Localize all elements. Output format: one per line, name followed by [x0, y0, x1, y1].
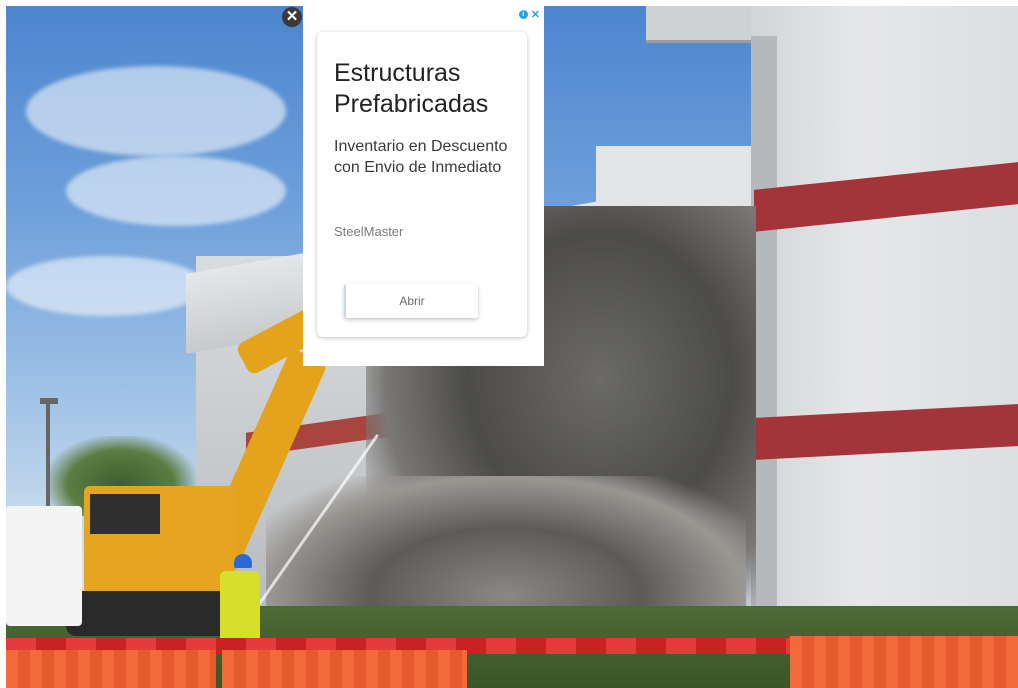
white-truck [6, 506, 82, 626]
orange-barrier [222, 650, 467, 688]
worker-vest [220, 571, 260, 646]
street-lamp [46, 401, 50, 511]
info-icon[interactable]: i [518, 10, 528, 19]
orange-barrier [790, 636, 1018, 688]
ad-card[interactable]: Estructuras Prefabricadas Inventario en … [317, 32, 527, 337]
cloud [66, 156, 286, 226]
excavator-window [90, 494, 160, 534]
cloud [26, 66, 286, 156]
open-button[interactable]: Abrir [344, 284, 478, 318]
ad-title[interactable]: Estructuras Prefabricadas [334, 58, 524, 120]
worker-helmet [234, 554, 252, 568]
cloud [6, 256, 206, 316]
building-right [751, 6, 1018, 646]
orange-barrier [6, 650, 216, 688]
ad-description[interactable]: Inventario en Descuento con Envio de Inm… [334, 136, 509, 178]
adchoices-badge[interactable]: i ✕ [518, 8, 540, 21]
street-lamp-head [40, 398, 58, 404]
ad-close-icon[interactable]: ✕ [531, 8, 540, 21]
close-icon[interactable]: ✕ [282, 7, 302, 27]
ad-advertiser[interactable]: SteelMaster [334, 224, 403, 239]
ad-frame: i ✕ Estructuras Prefabricadas Inventario… [303, 6, 544, 366]
